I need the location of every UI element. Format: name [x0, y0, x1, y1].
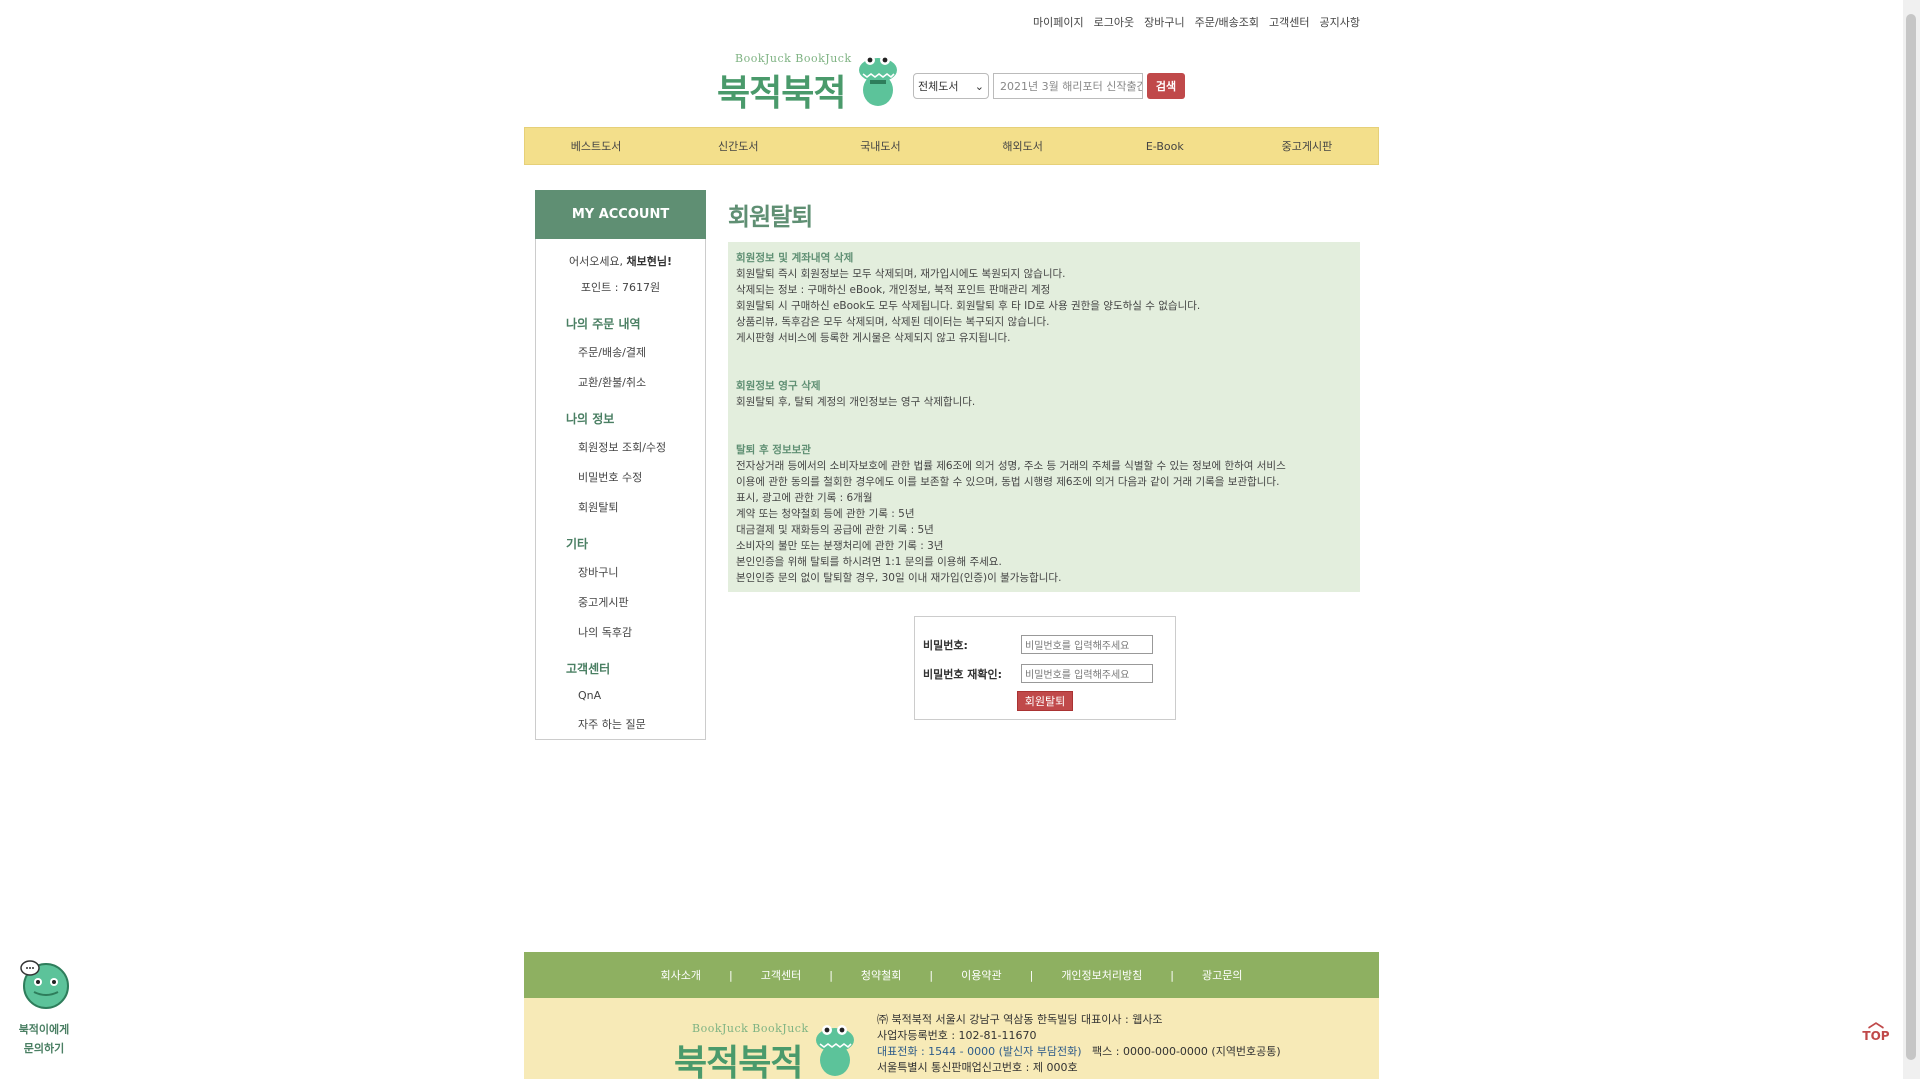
- phone-number: 대표전화 : 1544 - 0000 (발신자 부담전화): [877, 1045, 1082, 1058]
- notice-line: 본인인증을 위해 탈퇴를 하시려면 1:1 문의를 이용해 주세요.: [736, 556, 1002, 568]
- customer-center-link[interactable]: 고객센터: [1269, 14, 1309, 30]
- notice-line: 회원탈퇴 시 구매하신 eBook도 모두 삭제됩니다. 회원탈퇴 후 타 ID…: [736, 300, 1201, 312]
- sidebar-item-qna[interactable]: QnA: [578, 689, 705, 702]
- password-input[interactable]: 비밀번호를 입력해주세요: [1021, 635, 1153, 654]
- sidebar-item-used-board[interactable]: 중고게시판: [578, 594, 705, 610]
- sidebar-section-support: 고객센터: [566, 662, 611, 676]
- top-label: TOP: [1862, 1029, 1890, 1043]
- sidebar-section-my-info: 나의 정보: [566, 412, 615, 426]
- notice-line: 상품리뷰, 독후감은 모두 삭제되며, 삭제된 데이터는 복구되지 않습니다.: [736, 316, 1050, 328]
- nav-domestic-books[interactable]: 국내도서: [809, 128, 951, 164]
- chat-label-line1: 북적이에게: [18, 1023, 70, 1036]
- sidebar-item-exchange-refund[interactable]: 교환/환불/취소: [578, 374, 705, 390]
- company-address: ㈜ 북적북적 서울시 강남구 역삼동 한독빌딩 대표이사 : 웹사조: [877, 1013, 1163, 1026]
- company-info: ㈜ 북적북적 서울시 강남구 역삼동 한독빌딩 대표이사 : 웹사조 사업자등록…: [877, 1012, 1281, 1076]
- password-row: 비밀번호: 비밀번호를 입력해주세요: [923, 635, 1153, 654]
- sidebar-item-cart[interactable]: 장바구니: [578, 564, 705, 580]
- withdraw-notice-box: 회원정보 및 계좌내역 삭제 회원탈퇴 즉시 회원정보는 모두 삭제되며, 재가…: [728, 242, 1360, 592]
- nav-bestseller[interactable]: 베스트도서: [525, 128, 667, 164]
- footer-links: 회사소개 | 고객센터 | 청약철회 | 이용약관 | 개인정보처리방침 | 광고문의: [524, 952, 1379, 998]
- point-balance: 포인트 : 7617원: [580, 281, 661, 294]
- search-category-value: 전체도서: [918, 80, 959, 93]
- footer-logo: BookJuck BookJuck 북적북적: [674, 1020, 862, 1084]
- notice-heading: 회원정보 및 계좌내역 삭제: [736, 252, 854, 264]
- search-input[interactable]: 2021년 3월 해리포터 신작출간: [993, 73, 1143, 99]
- nav-foreign-books[interactable]: 해외도서: [952, 128, 1094, 164]
- notice-heading: 회원정보 영구 삭제: [736, 380, 821, 392]
- withdraw-form: 비밀번호: 비밀번호를 입력해주세요 비밀번호 재확인: 비밀번호를 입력해주세…: [914, 616, 1176, 720]
- footer-link-withdrawal-policy[interactable]: 청약철회: [833, 967, 929, 983]
- contact-line: 대표전화 : 1544 - 0000 (발신자 부담전화) 팩스 : 0000-…: [877, 1044, 1281, 1060]
- nav-ebook[interactable]: E-Book: [1094, 128, 1236, 164]
- notice-line: 회원탈퇴 후, 탈퇴 계정의 개인정보는 영구 삭제합니다.: [736, 396, 976, 408]
- sidebar-item-my-reviews[interactable]: 나의 독후감: [578, 624, 705, 640]
- page-scrollbar[interactable]: [1903, 0, 1920, 1079]
- sidebar-item-faq[interactable]: 자주 하는 질문: [578, 716, 705, 732]
- footer-link-about[interactable]: 회사소개: [633, 967, 729, 983]
- sidebar-item-change-password[interactable]: 비밀번호 수정: [578, 469, 705, 485]
- withdraw-button[interactable]: 회원탈퇴: [1017, 691, 1073, 711]
- sidebar-title: MY ACCOUNT: [535, 190, 706, 239]
- sidebar-section-etc: 기타: [566, 537, 589, 551]
- nav-new-books[interactable]: 신간도서: [667, 128, 809, 164]
- notice-line: 이용에 관한 동의를 철회한 경우에도 이를 보존할 수 있으며, 동법 시행령…: [736, 476, 1280, 488]
- footer-link-ads[interactable]: 광고문의: [1174, 967, 1270, 983]
- ecommerce-registration: 서울특별시 통신판매업신고번호 : 제 000호: [877, 1061, 1078, 1074]
- notice-line: 본인인증 문의 없이 탈퇴할 경우, 30일 이내 재가입(인증)이 불가능합니…: [736, 572, 1062, 584]
- notice-line: 회원탈퇴 즉시 회원정보는 모두 삭제되며, 재가입시에도 복원되지 않습니다.: [736, 268, 1066, 280]
- search-bar: 전체도서 ⌄ 2021년 3월 해리포터 신작출간 검색: [913, 73, 1185, 99]
- password-label: 비밀번호:: [923, 638, 968, 652]
- nav-used-board[interactable]: 중고게시판: [1236, 128, 1378, 164]
- footer-link-terms[interactable]: 이용약관: [933, 967, 1029, 983]
- notice-line: 표시, 광고에 관한 기록 : 6개월: [736, 492, 873, 504]
- notice-line: 계약 또는 청약철회 등에 관한 기록 : 5년: [736, 508, 915, 520]
- password-confirm-input[interactable]: 비밀번호를 입력해주세요: [1021, 664, 1153, 683]
- logo-title: 북적북적: [717, 73, 846, 114]
- search-button[interactable]: 검색: [1147, 73, 1185, 99]
- page-title: 회원탈퇴: [728, 203, 813, 231]
- notice-line: 삭제되는 정보 : 구매하신 eBook, 개인정보, 북적 포인트 판매관리 …: [736, 284, 1051, 296]
- notice-heading: 탈퇴 후 정보보관: [736, 444, 811, 456]
- cart-link[interactable]: 장바구니: [1144, 14, 1184, 30]
- greeting-prefix: 어서오세요,: [568, 255, 627, 268]
- sidebar-section-orders: 나의 주문 내역: [566, 317, 641, 331]
- main-content: 회원탈퇴 회원정보 및 계좌내역 삭제 회원탈퇴 즉시 회원정보는 모두 삭제되…: [728, 197, 1360, 592]
- site-logo[interactable]: BookJuck BookJuck 북적북적: [717, 50, 905, 114]
- mypage-link[interactable]: 마이페이지: [1033, 14, 1084, 30]
- main-category-nav: 베스트도서 신간도서 국내도서 해외도서 E-Book 중고게시판: [524, 127, 1379, 165]
- chat-label-line2: 문의하기: [23, 1042, 65, 1055]
- logout-link[interactable]: 로그아웃: [1094, 14, 1134, 30]
- greeting: 어서오세요, 채보현님!: [536, 253, 705, 269]
- order-tracking-link[interactable]: 주문/배송조회: [1195, 14, 1259, 30]
- scrollbar-thumb[interactable]: [1906, 14, 1916, 1060]
- sidebar-item-edit-profile[interactable]: 회원정보 조회/수정: [578, 439, 705, 455]
- top-utility-nav: 마이페이지 로그아웃 장바구니 주문/배송조회 고객센터 공지사항: [1033, 14, 1360, 30]
- sidebar-item-order-delivery[interactable]: 주문/배송/결제: [578, 344, 705, 360]
- notice-line: 소비자의 불만 또는 분쟁처리에 관한 기록 : 3년: [736, 540, 944, 552]
- password-confirm-label: 비밀번호 재확인:: [923, 667, 1003, 681]
- user-name: 채보현님!: [626, 255, 673, 268]
- sidebar-item-withdraw[interactable]: 회원탈퇴: [578, 499, 705, 515]
- footer-link-support[interactable]: 고객센터: [733, 967, 829, 983]
- chevron-down-icon: ⌄: [974, 79, 984, 93]
- chevron-up-icon: ︿: [1867, 1012, 1884, 1031]
- search-category-select[interactable]: 전체도서 ⌄: [913, 73, 989, 99]
- notice-line: 게시판형 서비스에 등록한 게시물은 삭제되지 않고 유지됩니다.: [736, 332, 1011, 344]
- footer-logo-title: 북적북적: [674, 1043, 803, 1084]
- crocodile-mascot-icon: [816, 1025, 854, 1076]
- fax-number: 팩스 : 0000-000-0000 (지역번호공통): [1092, 1045, 1281, 1058]
- business-number: 사업자등록번호 : 102-81-11670: [877, 1029, 1037, 1042]
- footer-link-privacy[interactable]: 개인정보처리방침: [1033, 967, 1170, 983]
- notice-link[interactable]: 공지사항: [1320, 14, 1360, 30]
- notice-line: 전자상거래 등에서의 소비자보호에 관한 법률 제6조에 의거 성명, 주소 등…: [736, 460, 1286, 472]
- chat-inquiry-button[interactable]: 북적이에게문의하기: [14, 958, 74, 1058]
- account-sidebar: MY ACCOUNT 어서오세요, 채보현님! 포인트 : 7617원 나의 주…: [535, 190, 706, 740]
- chat-mascot-icon: [20, 960, 69, 1009]
- footer-info: BookJuck BookJuck 북적북적 ㈜ 북적북적 서울시 강남구 역삼…: [524, 998, 1379, 1084]
- notice-line: 대금결제 및 재화등의 공급에 관한 기록 : 5년: [736, 524, 934, 536]
- crocodile-mascot-icon: [859, 55, 897, 106]
- scroll-top-button[interactable]: ︿ TOP: [1858, 1012, 1894, 1044]
- password-confirm-row: 비밀번호 재확인: 비밀번호를 입력해주세요: [923, 664, 1153, 683]
